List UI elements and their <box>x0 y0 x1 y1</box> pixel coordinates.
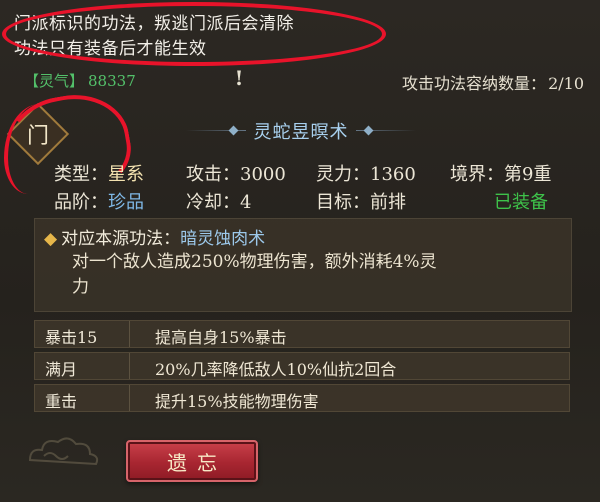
title-divider-right <box>356 130 416 131</box>
spirit-value: 88337 <box>88 72 136 90</box>
attack-stat: 攻击：3000 <box>186 160 286 186</box>
effect-row: 满月 20%几率降低敌人10%仙抗2回合 <box>34 352 570 380</box>
realm-stat: 境界：第9重 <box>450 160 551 186</box>
grade-stat: 品阶：珍品 <box>54 188 144 214</box>
spirit-counter: 【灵气】 88337 <box>24 70 136 91</box>
bullet-diamond-icon: ◆ <box>44 229 58 249</box>
type-stat: 类型：星系 <box>54 160 144 186</box>
effect-row: 重击 提升15%技能物理伤害 <box>34 384 570 412</box>
realm-value: 第9重 <box>504 164 552 185</box>
effect-description: 提升15%技能物理伤害 <box>155 392 319 411</box>
forget-button[interactable]: 遗忘 <box>126 440 258 482</box>
effect-name: 暴击15 <box>45 328 98 347</box>
skill-title-bar: 灵蛇昱暝术 <box>186 118 416 144</box>
capacity-label: 攻击功法容纳数量： <box>402 74 547 93</box>
cooldown-value: 4 <box>240 192 252 213</box>
cooldown-stat: 冷却：4 <box>186 188 251 214</box>
warning-icon[interactable]: ! <box>234 66 244 90</box>
source-skill-label: 对应本源功法： <box>61 229 181 249</box>
red-annotation-ellipse <box>2 2 386 66</box>
spirit-power-label: 灵力： <box>316 164 370 185</box>
cooldown-label: 冷却： <box>186 192 240 213</box>
spirit-power-value: 1360 <box>370 164 416 185</box>
grade-label: 品阶： <box>54 192 108 213</box>
target-stat: 目标：前排 <box>316 188 406 214</box>
effect-name: 重击 <box>45 392 78 411</box>
source-desc-line-1: 对一个敌人造成250%物理伤害，额外消耗4%灵 <box>72 252 437 272</box>
type-label: 类型： <box>54 164 108 185</box>
grade-value: 珍品 <box>108 192 144 213</box>
source-skill-description: 对一个敌人造成250%物理伤害，额外消耗4%灵 力 <box>72 250 492 300</box>
source-skill-heading: ◆ 对应本源功法：暗灵蚀肉术 <box>44 224 265 249</box>
equipped-status-badge: 已装备 <box>494 192 548 213</box>
effect-divider <box>129 385 130 411</box>
effect-description: 提高自身15%暴击 <box>155 328 287 347</box>
effect-row: 暴击15 提高自身15%暴击 <box>34 320 570 348</box>
skill-title: 灵蛇昱暝术 <box>253 122 349 143</box>
title-diamond-left-icon <box>228 125 239 136</box>
spirit-label: 【灵气】 <box>24 72 85 90</box>
source-skill-name: 暗灵蚀肉术 <box>180 229 266 249</box>
effect-divider <box>129 321 130 347</box>
target-label: 目标： <box>316 192 370 213</box>
type-value: 星系 <box>108 164 144 185</box>
skill-detail-panel: 门派标识的功法，叛逃门派后会清除 功法只有装备后才能生效 【灵气】 88337 !… <box>0 0 600 502</box>
effect-divider <box>129 353 130 379</box>
attack-label: 攻击： <box>186 164 240 185</box>
attack-value: 3000 <box>240 164 286 185</box>
realm-label: 境界： <box>450 164 504 185</box>
effect-name: 满月 <box>45 360 78 379</box>
source-desc-line-2: 力 <box>72 277 89 297</box>
capacity-value: 2/10 <box>548 74 584 93</box>
attack-skill-capacity: 攻击功法容纳数量： 2/10 <box>402 70 584 94</box>
effect-description: 20%几率降低敌人10%仙抗2回合 <box>155 360 397 379</box>
spirit-power-stat: 灵力：1360 <box>316 160 416 186</box>
target-value: 前排 <box>370 192 406 213</box>
cloud-decoration-icon <box>28 437 99 466</box>
